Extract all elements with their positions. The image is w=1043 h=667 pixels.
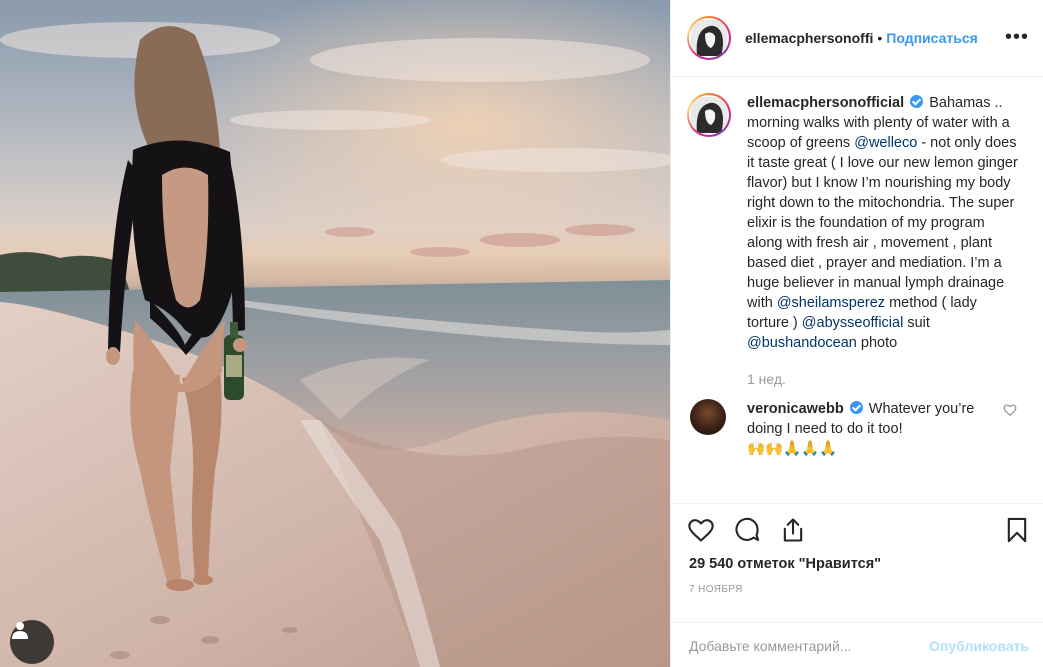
user-icon (12, 622, 28, 639)
share-icon[interactable] (779, 516, 807, 544)
mention-link[interactable]: @welleco (854, 135, 917, 151)
comment-icon[interactable] (733, 516, 761, 544)
add-comment-bar: Опубликовать (671, 622, 1043, 667)
header-username[interactable]: ellemacphersonoffi (745, 30, 873, 46)
comment-input[interactable] (689, 637, 930, 654)
header-separator: • (877, 30, 883, 46)
mention-link[interactable]: @sheilamsperez (777, 295, 885, 311)
caption-text: ellemacphersonofficial Bahamas .. mornin… (747, 93, 1019, 353)
post-date[interactable]: 7 ноября (689, 584, 743, 595)
follow-button[interactable]: Подписаться (886, 30, 978, 46)
comment-item: veronicawebb Whatever you’re doing I nee… (687, 399, 1027, 459)
verified-badge-icon (910, 95, 924, 108)
comments-list[interactable]: ellemacphersonofficial Bahamas .. mornin… (671, 77, 1043, 503)
comment-emoji: 🙌🙌🙏🙏🙏 (747, 441, 838, 457)
comment-username[interactable]: veronicawebb (747, 401, 844, 417)
avatar[interactable] (687, 16, 731, 60)
profile-portrait-icon (691, 20, 727, 56)
more-options-icon[interactable]: ••• (1005, 26, 1029, 49)
heart-icon[interactable] (687, 516, 715, 544)
caption-username[interactable]: ellemacphersonofficial (747, 95, 904, 111)
caption-part: - not only does it taste great ( I love … (747, 135, 1018, 311)
action-icons (687, 516, 1031, 550)
post-details-panel: ellemacphersonoffi • Подписаться ••• ell… (670, 0, 1043, 667)
mention-link[interactable]: @bushandocean (747, 335, 857, 351)
commenter-avatar[interactable] (690, 399, 726, 435)
post-header: ellemacphersonoffi • Подписаться ••• (671, 0, 1043, 77)
comment-like-icon[interactable] (1003, 403, 1017, 417)
caption: ellemacphersonofficial Bahamas .. mornin… (687, 93, 1027, 353)
caption-avatar[interactable] (687, 93, 731, 137)
post-photo[interactable] (0, 0, 670, 667)
likes-count[interactable]: 29 540 отметок "Нравится" (689, 556, 881, 572)
mention-link[interactable]: @abysseofficial (802, 315, 904, 331)
beach-photo-illustration (0, 0, 670, 667)
tagged-users-button[interactable] (10, 620, 54, 664)
verified-badge-icon (849, 401, 863, 414)
post-actions: 29 540 отметок "Нравится" 7 ноября Опубл… (671, 503, 1043, 667)
caption-part: suit (907, 315, 930, 331)
comment-text: veronicawebb Whatever you’re doing I nee… (747, 399, 997, 459)
bookmark-icon[interactable] (1003, 516, 1031, 544)
profile-portrait-icon (691, 97, 727, 133)
caption-part: photo (860, 335, 898, 351)
caption-time[interactable]: 1 нед. (747, 371, 1027, 387)
publish-button[interactable]: Опубликовать (929, 638, 1029, 654)
